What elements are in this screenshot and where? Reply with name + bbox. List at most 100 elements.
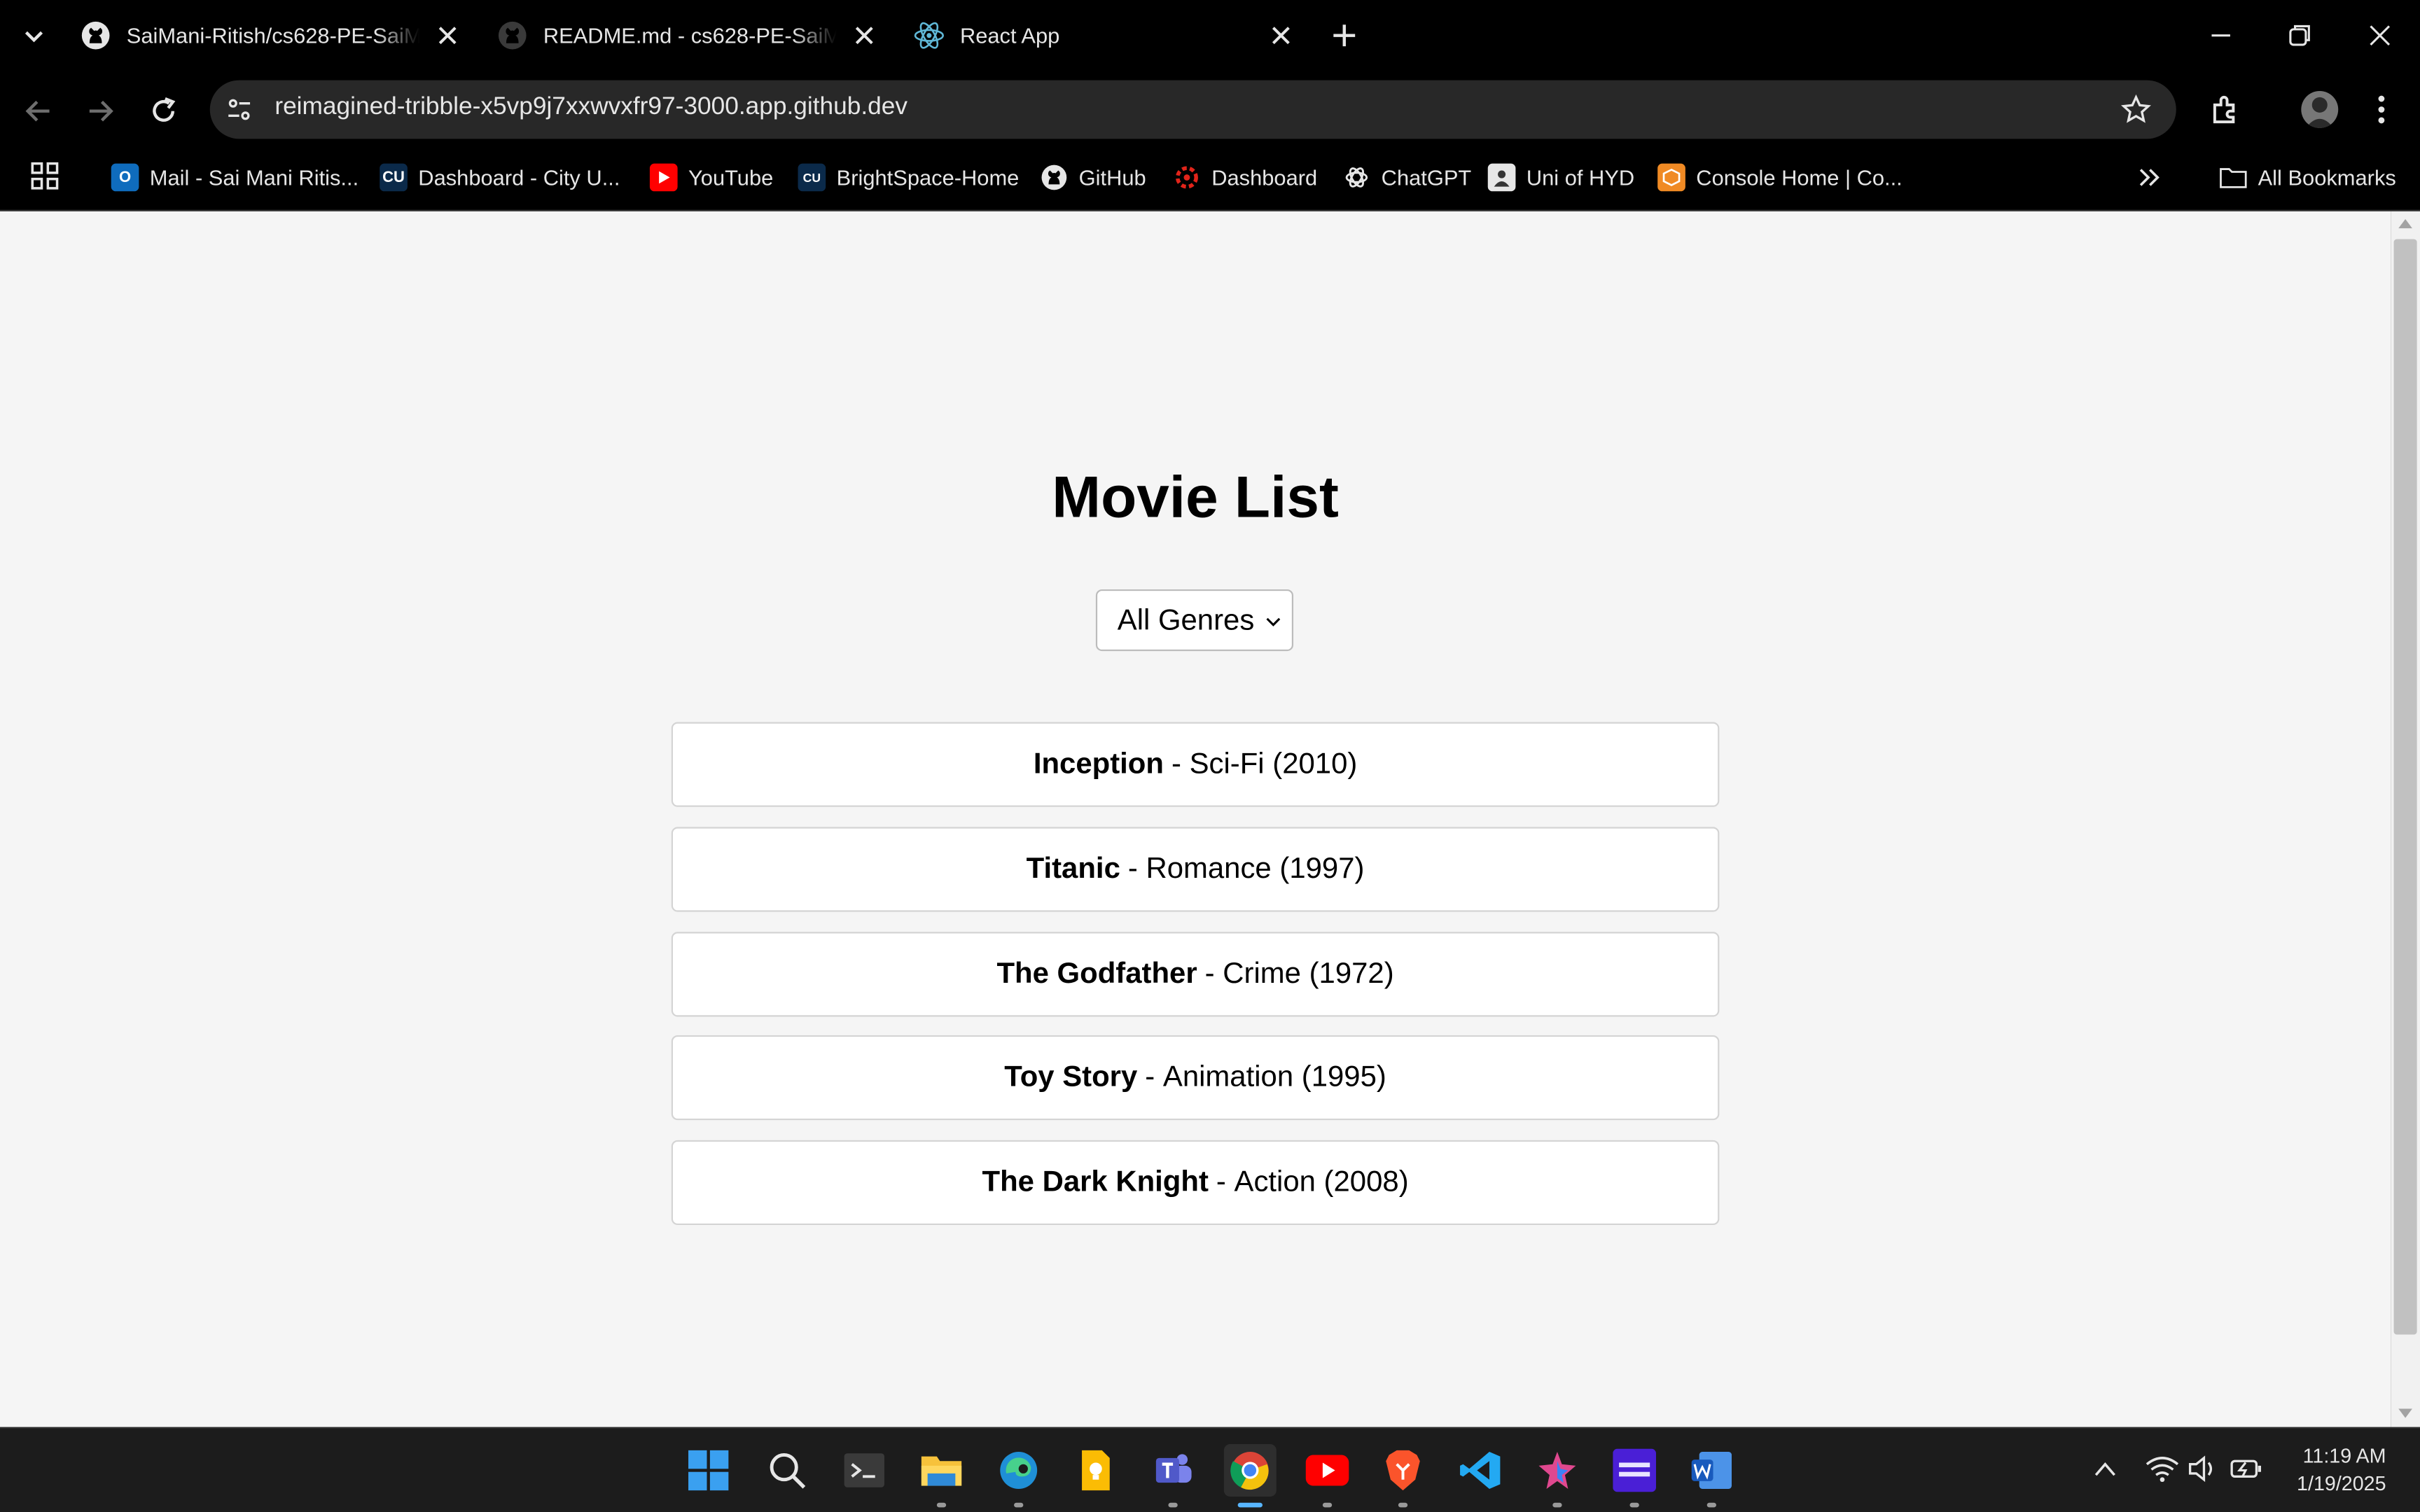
scroll-down-arrow-icon[interactable]	[2398, 1408, 2413, 1418]
edge-icon[interactable]	[992, 1444, 1045, 1508]
movie-year: 1972	[1319, 957, 1384, 990]
tab-title: React App	[959, 23, 1060, 48]
genre-filter-select[interactable]: All Genres	[1095, 589, 1294, 652]
amazon-music-icon[interactable]	[1608, 1444, 1661, 1508]
movie-year-open: (	[1264, 747, 1283, 780]
movie-item: Inception - Sci-Fi (2010)	[671, 722, 1720, 807]
running-indicator	[1552, 1502, 1562, 1508]
address-bar[interactable]: reimagined-tribble-x5vp9j7xxwvxfr97-3000…	[209, 80, 2176, 139]
more-bookmarks-chevron-icon[interactable]	[2136, 164, 2164, 192]
bookmark-uni-of-hyd[interactable]: Uni of HYD	[1487, 160, 1634, 194]
clock-time: 11:19 AM	[2302, 1444, 2386, 1468]
aws-icon	[1657, 163, 1685, 192]
movie-title: The Dark Knight	[982, 1166, 1209, 1198]
tab-strip: SaiMani-Ritish/cs628-PE-SaiMani README.m…	[0, 0, 2420, 71]
bookmark-outlook-mail[interactable]: O Mail - Sai Mani Ritis...	[111, 160, 359, 194]
close-window-button[interactable]	[2365, 20, 2395, 51]
bookmark-label: Console Home | Co...	[1696, 164, 1903, 190]
movie-separator: -	[1204, 957, 1223, 990]
reload-button[interactable]	[146, 94, 180, 127]
volume-icon[interactable]	[2187, 1455, 2218, 1483]
teams-icon[interactable]	[1147, 1444, 1199, 1508]
bookmark-star-icon[interactable]	[2120, 94, 2151, 125]
profile-avatar[interactable]	[2301, 91, 2339, 128]
tab-readme[interactable]: README.md - cs628-PE-SaiMani	[497, 9, 880, 62]
tab-title: README.md - cs628-PE-SaiMani	[543, 23, 837, 48]
running-indicator	[1168, 1502, 1178, 1508]
github-icon	[1041, 164, 1069, 192]
page-viewport: Movie List All Genres Inception - Sci-Fi…	[0, 211, 2391, 1427]
bookmark-brightspace[interactable]: CU BrightSpace-Home	[798, 160, 1019, 194]
brave-icon[interactable]	[1377, 1444, 1429, 1508]
menu-kebab-icon[interactable]	[2369, 92, 2393, 126]
university-icon	[1487, 163, 1516, 192]
all-bookmarks-label: All Bookmarks	[2258, 164, 2396, 190]
windows-start-icon[interactable]	[682, 1444, 735, 1497]
youtube-icon[interactable]	[1301, 1444, 1354, 1508]
genre-selected-value: All Genres	[1117, 605, 1255, 638]
scrollbar-thumb[interactable]	[2393, 239, 2417, 1335]
tab-react-app[interactable]: React App	[914, 9, 1297, 62]
movie-genre: Crime	[1223, 957, 1301, 990]
movie-genre: Romance	[1146, 852, 1272, 886]
extensions-icon[interactable]	[2209, 92, 2242, 126]
chrome-icon[interactable]	[1223, 1444, 1277, 1508]
bookmark-label: ChatGPT	[1381, 164, 1472, 190]
page-scrollbar[interactable]	[2391, 211, 2420, 1427]
site-info-icon[interactable]	[225, 96, 253, 124]
url-text[interactable]: reimagined-tribble-x5vp9j7xxwvxfr97-3000…	[274, 94, 908, 122]
movie-year: 2010	[1282, 747, 1348, 780]
canvas-icon	[1173, 164, 1201, 192]
movie-year-close: )	[1384, 957, 1394, 990]
system-clock[interactable]: 11:19 AM 1/19/2025	[2297, 1443, 2386, 1498]
keep-icon[interactable]	[1069, 1444, 1122, 1497]
movie-separator: -	[1216, 1166, 1235, 1198]
new-tab-button[interactable]	[1329, 20, 1360, 51]
bookmark-youtube[interactable]: YouTube	[649, 160, 773, 194]
cityu-icon: CU	[380, 163, 408, 192]
word-icon[interactable]	[1685, 1444, 1738, 1508]
chevron-down-icon	[1264, 612, 1282, 631]
bookmark-chatgpt[interactable]: ChatGPT	[1343, 160, 1472, 194]
battery-charging-icon[interactable]	[2230, 1455, 2264, 1483]
browser-toolbar: reimagined-tribble-x5vp9j7xxwvxfr97-3000…	[0, 71, 2420, 148]
tab-title: SaiMani-Ritish/cs628-PE-SaiMani	[126, 23, 420, 48]
bookmark-github[interactable]: GitHub	[1041, 160, 1146, 194]
restore-button[interactable]	[2284, 20, 2315, 51]
bookmark-cityu-dashboard[interactable]: CU Dashboard - City U...	[380, 160, 620, 194]
back-button[interactable]	[22, 94, 55, 127]
show-hidden-icons-chevron-icon[interactable]	[2093, 1460, 2118, 1478]
close-tab-icon[interactable]	[1265, 20, 1296, 51]
react-icon	[914, 20, 945, 51]
file-explorer-icon[interactable]	[915, 1444, 968, 1508]
youtube-icon	[649, 163, 678, 192]
close-tab-icon[interactable]	[432, 20, 463, 51]
close-tab-icon[interactable]	[849, 20, 879, 51]
terminal-icon[interactable]	[838, 1444, 891, 1497]
movie-year-close: )	[1354, 852, 1365, 886]
search-icon[interactable]	[761, 1444, 814, 1497]
forward-button[interactable]	[83, 94, 117, 127]
apps-grid-icon[interactable]	[29, 160, 60, 191]
tab-github-repo[interactable]: SaiMani-Ritish/cs628-PE-SaiMani	[81, 9, 464, 62]
running-indicator	[1322, 1502, 1333, 1508]
movie-item: Titanic - Romance (1997)	[671, 827, 1720, 912]
movie-year: 2008	[1333, 1166, 1399, 1198]
scroll-up-arrow-icon[interactable]	[2398, 218, 2413, 229]
movie-genre: Action	[1234, 1166, 1316, 1198]
github-icon	[497, 20, 528, 51]
movie-year-close: )	[1398, 1166, 1409, 1198]
copilot-icon[interactable]	[1531, 1444, 1583, 1508]
running-indicator	[936, 1502, 947, 1508]
movie-year: 1997	[1289, 852, 1355, 886]
openai-icon	[1343, 164, 1371, 192]
all-bookmarks-button[interactable]: All Bookmarks	[2219, 160, 2396, 194]
tab-search-chevron-icon[interactable]	[18, 20, 49, 51]
vscode-icon[interactable]	[1454, 1444, 1506, 1497]
bookmarks-bar: O Mail - Sai Mani Ritis... CU Dashboard …	[0, 148, 2420, 211]
bookmark-aws-console[interactable]: Console Home | Co...	[1657, 160, 1903, 194]
bookmark-canvas-dashboard[interactable]: Dashboard	[1173, 160, 1317, 194]
movie-year-open: (	[1300, 957, 1319, 990]
wifi-icon[interactable]	[2146, 1455, 2179, 1483]
minimize-button[interactable]	[2206, 20, 2237, 51]
